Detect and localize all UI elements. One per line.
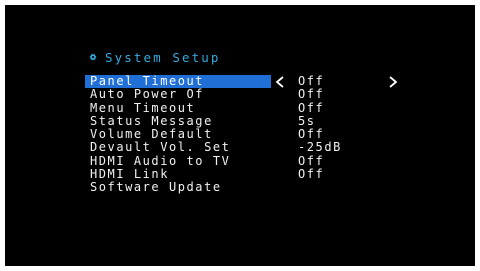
- menu-item-software-update[interactable]: Software Update: [85, 180, 425, 195]
- menu-title: System Setup: [105, 49, 221, 65]
- menu-item-label: Volume Default: [90, 127, 213, 142]
- setup-screen: System Setup Panel Timeout Off Auto Powe…: [5, 5, 475, 266]
- chevron-right-icon[interactable]: [388, 76, 398, 88]
- menu-item-label: Panel Timeout: [85, 74, 271, 89]
- menu-item-label: Devault Vol. Set: [90, 140, 231, 155]
- menu-item-value: Off: [298, 153, 325, 168]
- menu-item-auto-power-off[interactable]: Auto Power Of Off: [85, 87, 425, 102]
- menu-item-label: Status Message: [90, 113, 213, 128]
- system-setup-menu: System Setup Panel Timeout Off Auto Powe…: [85, 49, 425, 195]
- menu-item-hdmi-audio-to-tv[interactable]: HDMI Audio to TV Off: [85, 153, 425, 168]
- menu-item-value: Off: [298, 87, 325, 102]
- gear-icon: [89, 53, 97, 61]
- menu-item-label: HDMI Link: [90, 167, 169, 182]
- menu-title-row: System Setup: [85, 49, 425, 65]
- menu-item-default-vol-set[interactable]: Devault Vol. Set -25dB: [85, 140, 425, 155]
- menu-item-label: Auto Power Of: [90, 87, 205, 102]
- menu-item-value: -25dB: [298, 140, 342, 155]
- menu-item-value: Off: [298, 74, 325, 88]
- menu-item-hdmi-link[interactable]: HDMI Link Off: [85, 167, 425, 182]
- menu-item-value: Off: [298, 167, 325, 182]
- menu-item-label: HDMI Audio to TV: [90, 153, 231, 168]
- chevron-left-icon[interactable]: [275, 76, 285, 88]
- menu-item-volume-default[interactable]: Volume Default Off: [85, 127, 425, 142]
- menu-item-value: Off: [298, 127, 325, 142]
- menu-item-value: 5s: [298, 113, 316, 128]
- menu-item-label: Software Update: [90, 180, 222, 195]
- menu-item-status-message[interactable]: Status Message 5s: [85, 113, 425, 128]
- menu-item-menu-timeout[interactable]: Menu Timeout Off: [85, 100, 425, 115]
- menu-item-panel-timeout[interactable]: Panel Timeout Off: [85, 74, 425, 89]
- menu-item-label: Menu Timeout: [90, 100, 196, 115]
- menu-item-value: Off: [298, 100, 325, 115]
